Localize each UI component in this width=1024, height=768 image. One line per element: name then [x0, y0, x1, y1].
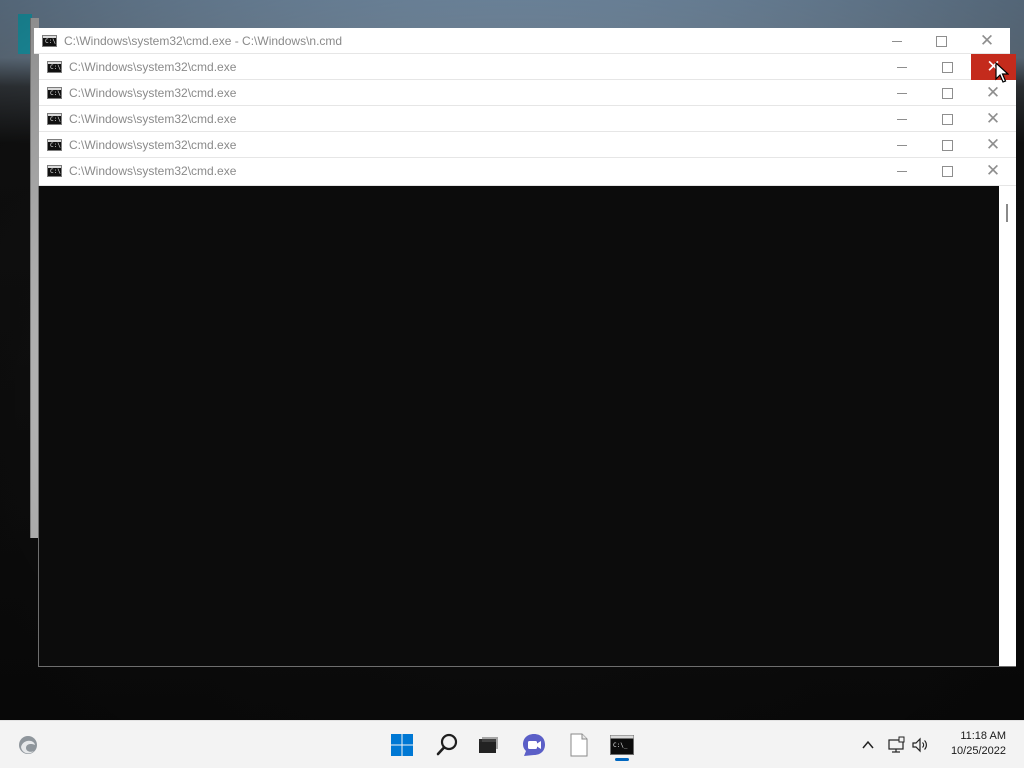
file-icon: [570, 733, 588, 757]
command-prompt-icon: C:\: [47, 139, 62, 151]
minimize-icon: [892, 40, 902, 42]
volume-button[interactable]: [910, 735, 930, 755]
taskbar: C:\_ 11:18 AM 10/25/2022: [0, 720, 1024, 768]
title-bar[interactable]: C:\ C:\Windows\system32\cmd.exe ✕: [39, 158, 1016, 186]
maximize-button[interactable]: [924, 106, 970, 132]
window-bottom-border: [38, 666, 1016, 667]
close-icon: ✕: [985, 134, 1001, 155]
maximize-icon: [935, 35, 947, 47]
cmd-window-main[interactable]: C:\ C:\Windows\system32\cmd.exe - C:\Win…: [34, 28, 1010, 54]
minimize-button[interactable]: [879, 158, 925, 184]
mouse-cursor-icon: [995, 62, 1009, 83]
chat-button[interactable]: [518, 729, 550, 761]
search-icon: [436, 733, 458, 756]
clock-time: 11:18 AM: [960, 730, 1006, 742]
cmd-window-2[interactable]: C:\ C:\Windows\system32\cmd.exe ✕: [39, 80, 1016, 106]
file-button[interactable]: [563, 729, 595, 761]
window-title: C:\Windows\system32\cmd.exe - C:\Windows…: [64, 34, 343, 48]
vertical-scrollbar[interactable]: [999, 186, 1016, 666]
cmd-window-1[interactable]: C:\ C:\Windows\system32\cmd.exe ✕: [39, 54, 1016, 80]
show-hidden-icons-button[interactable]: [858, 735, 878, 755]
title-bar[interactable]: C:\ C:\Windows\system32\cmd.exe ✕: [39, 80, 1016, 106]
command-prompt-icon: C:\: [47, 165, 62, 177]
close-button[interactable]: ✕: [970, 80, 1016, 106]
maximize-button[interactable]: [924, 132, 970, 158]
window-title: C:\Windows\system32\cmd.exe: [69, 60, 237, 74]
minimize-icon: [897, 92, 907, 94]
close-button[interactable]: ✕: [970, 106, 1016, 132]
minimize-button[interactable]: [879, 80, 925, 106]
close-button[interactable]: ✕: [970, 158, 1016, 184]
edge-button[interactable]: [12, 729, 44, 761]
network-icon: [888, 736, 905, 753]
scrollbar-thumb[interactable]: [1006, 204, 1008, 222]
title-bar[interactable]: C:\ C:\Windows\system32\cmd.exe ✕: [39, 106, 1016, 132]
window-title: C:\Windows\system32\cmd.exe: [69, 86, 237, 100]
close-icon: ✕: [979, 30, 995, 51]
command-prompt-icon: C:\_: [610, 735, 634, 755]
command-prompt-icon: C:\: [47, 61, 62, 73]
maximize-button[interactable]: [918, 28, 964, 54]
title-bar[interactable]: C:\ C:\Windows\system32\cmd.exe ✕: [39, 54, 1016, 80]
maximize-icon: [941, 61, 953, 73]
maximize-icon: [941, 165, 953, 177]
network-button[interactable]: [886, 735, 906, 755]
command-prompt-icon: C:\: [47, 113, 62, 125]
chat-icon: [523, 734, 545, 756]
task-view-icon: [479, 737, 498, 753]
minimize-icon: [897, 144, 907, 146]
system-clock[interactable]: 11:18 AM 10/25/2022: [951, 729, 1006, 759]
chevron-up-icon: [862, 740, 874, 749]
cmd-window-3[interactable]: C:\ C:\Windows\system32\cmd.exe ✕: [39, 106, 1016, 132]
minimize-button[interactable]: [879, 106, 925, 132]
minimize-button[interactable]: [874, 28, 920, 54]
edge-icon: [19, 736, 37, 754]
cmd-window-5[interactable]: C:\ C:\Windows\system32\cmd.exe ✕: [39, 158, 1016, 186]
window-title: C:\Windows\system32\cmd.exe: [69, 112, 237, 126]
close-button[interactable]: ✕: [971, 54, 1016, 80]
maximize-button[interactable]: [924, 80, 970, 106]
active-app-indicator: [615, 758, 629, 761]
minimize-icon: [897, 170, 907, 172]
cmd-window-4[interactable]: C:\ C:\Windows\system32\cmd.exe ✕: [39, 132, 1016, 158]
maximize-icon: [941, 87, 953, 99]
task-view-button[interactable]: [472, 729, 504, 761]
command-prompt-icon: C:\: [42, 35, 57, 47]
minimize-icon: [897, 66, 907, 68]
maximize-button[interactable]: [924, 54, 970, 80]
console-output[interactable]: [38, 186, 1000, 666]
search-button[interactable]: [431, 729, 463, 761]
close-icon: ✕: [985, 108, 1001, 129]
maximize-icon: [941, 139, 953, 151]
close-button[interactable]: ✕: [970, 132, 1016, 158]
maximize-button[interactable]: [924, 158, 970, 184]
close-icon: ✕: [985, 160, 1001, 181]
maximize-icon: [941, 113, 953, 125]
minimize-icon: [897, 118, 907, 120]
title-bar[interactable]: C:\ C:\Windows\system32\cmd.exe - C:\Win…: [34, 28, 1010, 54]
start-icon: [391, 734, 413, 756]
svg-text:C:\_: C:\_: [613, 742, 628, 749]
command-prompt-icon: C:\: [47, 87, 62, 99]
clock-date: 10/25/2022: [950, 745, 1006, 757]
window-title: C:\Windows\system32\cmd.exe: [69, 138, 237, 152]
window-title: C:\Windows\system32\cmd.exe: [69, 164, 237, 178]
volume-icon: [912, 737, 927, 753]
close-button[interactable]: ✕: [964, 28, 1010, 54]
command-prompt-taskbar-button[interactable]: C:\_: [606, 729, 638, 761]
start-button[interactable]: [386, 729, 418, 761]
minimize-button[interactable]: [879, 54, 925, 80]
title-bar[interactable]: C:\ C:\Windows\system32\cmd.exe ✕: [39, 132, 1016, 158]
minimize-button[interactable]: [879, 132, 925, 158]
close-icon: ✕: [985, 82, 1001, 103]
